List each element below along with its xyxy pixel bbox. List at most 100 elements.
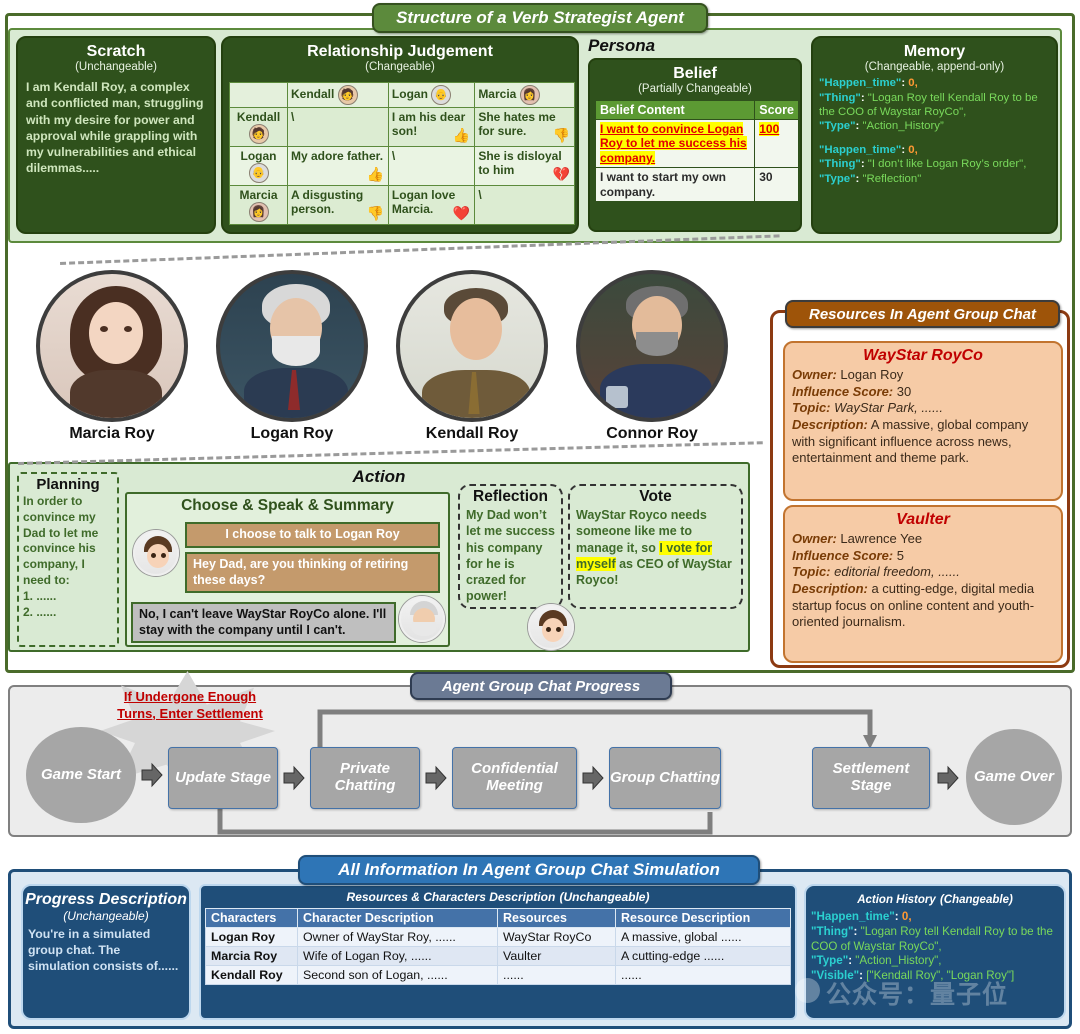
flow-arrow-icon [937, 765, 959, 791]
planning-body: In order to convince my Dad to let me co… [23, 494, 99, 588]
belief-content-cell: I want to convince Logan Roy to let me s… [594, 118, 756, 169]
burst-label: If Undergone Enough Turns, Enter Settlem… [117, 689, 263, 721]
character-name: Connor Roy [606, 425, 698, 442]
planning-box: Planning In order to convince my Dad to … [17, 472, 119, 647]
avatar [216, 270, 368, 422]
resource-description: Description: a cutting-edge, digital med… [792, 581, 1054, 631]
memory-value: "I don’t like Logan Roy’s order", [867, 158, 1027, 171]
belief-score-cell: 30 [754, 167, 799, 202]
memory-value: "Action_History” [862, 120, 944, 133]
resource-name: WayStar RoyCo [863, 347, 983, 364]
character-marcia: Marcia Roy [32, 270, 192, 443]
choose-speak-box: Choose & Speak & Summary I choose to tal… [125, 492, 450, 647]
resources-title: Resources In Agent Group Chat [785, 300, 1060, 328]
cell-resource-description: A cutting-edge ...... [615, 946, 791, 966]
scratch-card: Scratch (Unchangeable) I am Kendall Roy,… [16, 36, 216, 234]
rel-col-marcia: Marcia 👩 [474, 82, 575, 108]
flow-node-update-stage[interactable]: Update Stage [168, 747, 278, 809]
flow-node-confidential-meeting[interactable]: Confidential Meeting [452, 747, 577, 809]
avatar [576, 270, 728, 422]
memory-entry: "Happen_time": 0, "Thing": "I don’t like… [819, 143, 1027, 185]
topic-label: Topic: [792, 400, 831, 416]
table-title-sub: (Unchangeable) [559, 890, 650, 904]
table-row: Kendall 🧑 \ I am his dear son! 👍 She hat… [229, 107, 575, 147]
history-value: ["Kendall Roy", "Logan Roy"] [866, 969, 1015, 983]
progress-title: Agent Group Chat Progress [410, 672, 672, 700]
resource-name: Vaulter [896, 511, 950, 528]
flow-node-game-over[interactable]: Game Over [966, 729, 1062, 825]
thumbs-up-icon: 👍 [452, 127, 471, 143]
memory-value: 0, [908, 77, 918, 90]
history-value: "Action_History", [855, 954, 942, 968]
rel-row-marcia-label: Marcia [239, 188, 278, 202]
flow-node-settlement-stage[interactable]: Settlement Stage [812, 747, 930, 809]
relationship-table: Kendall 🧑 Logan 👴 Marcia 👩 Kendall 🧑 \ I… [229, 82, 575, 225]
planning-heading: Planning [36, 476, 100, 493]
owner-value: Logan Roy [840, 367, 904, 382]
table-title-main: Resources & Characters Description [346, 890, 556, 904]
table-row: I want to convince Logan Roy to let me s… [594, 118, 799, 169]
rel-col-kendall-label: Kendall [291, 87, 335, 102]
memory-key: "Type" [819, 172, 856, 185]
resource-influence: Influence Score: 5 [792, 548, 1054, 565]
memory-entry: "Happen_time": 0, "Thing": "Logan Roy te… [819, 77, 1038, 133]
vote-box: Vote WayStar Royco needs someone like me… [568, 484, 743, 609]
reflection-box: Reflection My Dad won’t let me success h… [458, 484, 563, 609]
memory-card: Memory (Changeable, append-only) "Happen… [811, 36, 1058, 234]
character-connor: Connor Roy [572, 270, 732, 443]
character-kendall: Kendall Roy [392, 270, 552, 443]
table-row: Kendall Roy Second son of Logan, ...... … [205, 965, 791, 985]
rel-cell: A disgusting person. 👎 [287, 185, 389, 225]
avatar-marcia-icon: 👩 [248, 202, 269, 222]
avatar-kendall-icon [528, 604, 574, 650]
rel-col-logan-label: Logan [391, 87, 428, 102]
cell-character-description: Second son of Logan, ...... [297, 965, 498, 985]
persona-card: Persona Belief (Partially Changeable) Be… [584, 36, 806, 234]
avatar [36, 270, 188, 422]
flow-node-private-chatting[interactable]: Private Chatting [310, 747, 420, 809]
memory-key: "Happen_time" [819, 77, 902, 90]
planning-item: 2. ...... [23, 604, 57, 619]
cell-character-description: Owner of WayStar Roy, ...... [297, 927, 498, 947]
memory-key: "Type" [819, 120, 856, 133]
resource-influence: Influence Score: 30 [792, 384, 1054, 401]
speech-bubble-reply: No, I can't leave WayStar RoyCo alone. I… [131, 602, 396, 644]
speech-bubble-speak: Hey Dad, are you thinking of retiring th… [185, 552, 440, 594]
table-header-row: Kendall 🧑 Logan 👴 Marcia 👩 [229, 82, 575, 108]
belief-content-cell: I want to start my own company. [594, 167, 756, 202]
resource-owner: Owner: Logan Roy [792, 367, 1054, 384]
action-history-card: Action History (Changeable) "Happen_time… [804, 884, 1066, 1020]
cell-resource-description: ...... [615, 965, 791, 985]
belief-col-content: Belief Content [594, 100, 756, 120]
owner-label: Owner: [792, 531, 837, 546]
cell-character: Logan Roy [205, 927, 298, 947]
persona-label: Persona [588, 36, 656, 55]
history-key: "Type" [811, 954, 849, 968]
history-key: "Visible" [811, 969, 860, 983]
avatar-logan-icon: 👴 [248, 163, 269, 183]
cell-resource: ...... [497, 965, 616, 985]
flow-node-group-chatting[interactable]: Group Chatting [609, 747, 721, 809]
flow-arrow-icon [141, 762, 163, 788]
resources-characters-table-card: Resources & Characters Description (Unch… [199, 884, 797, 1020]
rel-row-kendall-label: Kendall [236, 110, 281, 124]
action-history-heading: Action History (Changeable) [806, 890, 1064, 907]
cell-character: Kendall Roy [205, 965, 298, 985]
scratch-sub: (Unchangeable) [75, 61, 157, 74]
th-resource-description: Resource Description [615, 908, 791, 928]
rel-cell: \ [287, 107, 389, 147]
cell-resource: Vaulter [497, 946, 616, 966]
structure-title: Structure of a Verb Strategist Agent [372, 3, 708, 33]
rel-col-marcia-label: Marcia [478, 87, 517, 102]
description-label: Description: [792, 580, 868, 596]
persona-top-band: Scratch (Unchangeable) I am Kendall Roy,… [8, 28, 1062, 243]
progress-description-card: Progress Description (Unchangeable) You'… [21, 884, 191, 1020]
belief-col-score: Score [754, 100, 799, 120]
memory-key: "Thing" [819, 158, 861, 171]
rel-col-logan: Logan 👴 [387, 82, 476, 108]
rel-col-kendall: Kendall 🧑 [287, 82, 389, 108]
flow-node-game-start[interactable]: Game Start [26, 727, 136, 823]
owner-label: Owner: [792, 367, 837, 382]
topic-value: editorial freedom, ...... [834, 564, 960, 580]
avatar-marcia-icon: 👩 [519, 85, 540, 105]
